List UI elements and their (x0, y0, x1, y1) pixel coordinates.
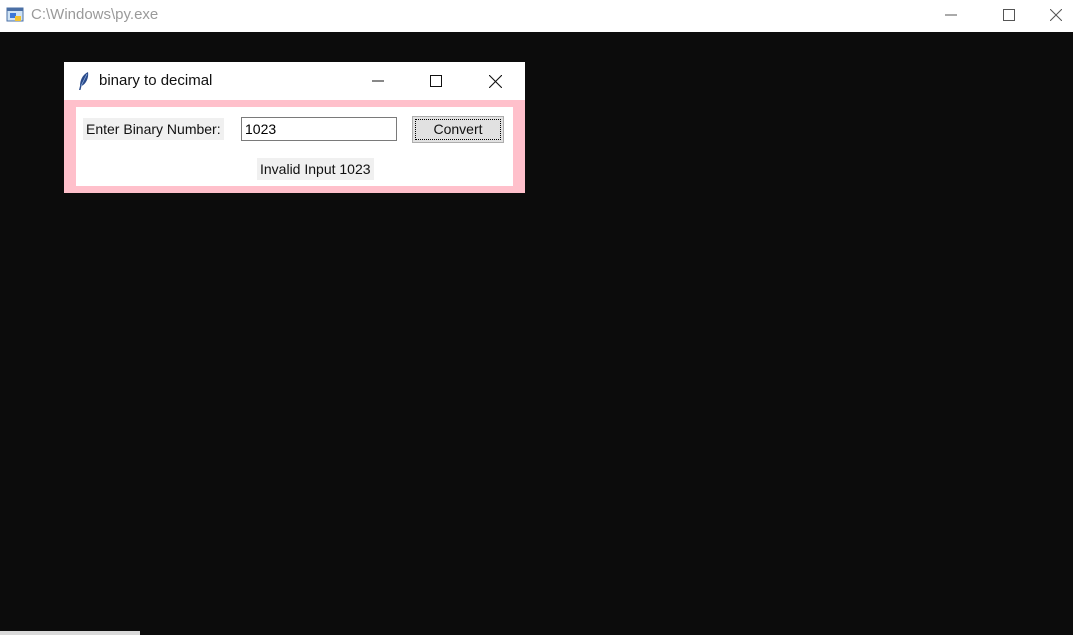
console-close-button[interactable] (1038, 0, 1073, 30)
console-minimize-button[interactable] (922, 0, 980, 30)
console-titlebar[interactable]: C:\Windows\py.exe (0, 0, 1073, 32)
app-minimize-button[interactable] (349, 62, 407, 100)
console-scrollbar[interactable] (0, 631, 140, 635)
binary-input[interactable] (241, 117, 397, 141)
maximize-icon (430, 75, 442, 87)
content-frame: Enter Binary Number: Convert Invalid Inp… (76, 107, 513, 186)
console-maximize-button[interactable] (980, 0, 1038, 30)
result-label: Invalid Input 1023 (257, 158, 374, 180)
minimize-icon (945, 14, 957, 16)
app-close-button[interactable] (465, 62, 525, 100)
console-title: C:\Windows\py.exe (31, 6, 159, 23)
python-console-icon (6, 6, 26, 24)
close-icon (488, 74, 502, 88)
convert-button-label: Convert (415, 119, 501, 140)
minimize-icon (372, 80, 384, 82)
close-icon (1049, 9, 1062, 21)
app-title: binary to decimal (99, 72, 213, 89)
binary-input-label: Enter Binary Number: (83, 118, 224, 140)
app-maximize-button[interactable] (407, 62, 465, 100)
app-titlebar[interactable]: binary to decimal (64, 62, 525, 100)
maximize-icon (1003, 9, 1015, 21)
app-body: Enter Binary Number: Convert Invalid Inp… (64, 100, 525, 193)
convert-button[interactable]: Convert (412, 116, 504, 143)
feather-icon (77, 71, 91, 91)
app-window: binary to decimal Enter Binary Number: C… (64, 62, 525, 193)
